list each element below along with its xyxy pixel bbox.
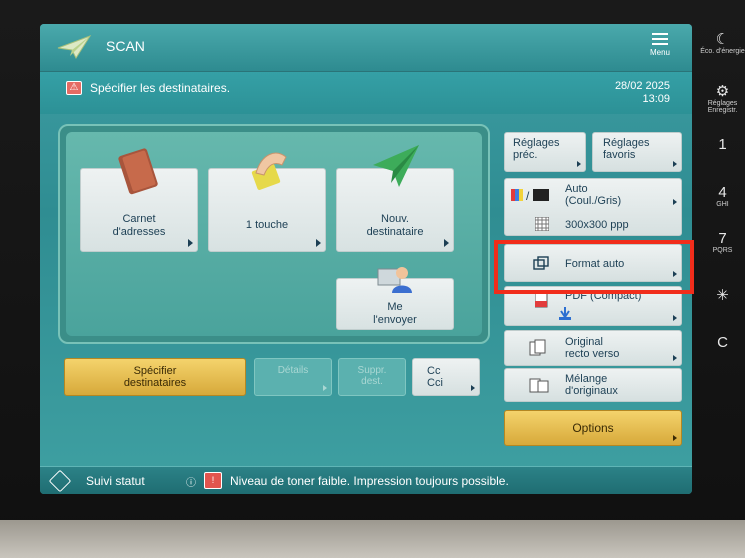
status-bar: Suivi statut ⓘ ! Niveau de toner faible.… [40,466,692,494]
message-bar: ⚠ Spécifier les destinataires. 28/02 202… [40,72,692,114]
toner-warning-icon: ! [204,472,222,489]
favorite-settings-button[interactable]: Réglages favoris [592,132,682,172]
mixed-originals-icon [529,378,549,393]
previous-settings-button[interactable]: Réglages préc. [504,132,586,172]
one-touch-button[interactable]: 1 touche [208,152,326,252]
address-book-button[interactable]: Carnet d'adresses [80,148,198,252]
svg-text:/: / [526,189,530,202]
color-mode-button[interactable]: / Auto (Coul./Gris) 300x300 ppp [504,178,682,236]
clear-key[interactable]: C [700,334,745,351]
duplex-icon [529,339,546,356]
key-1[interactable]: 1 [700,136,745,153]
star-key[interactable]: ✳ [700,286,745,304]
toner-message: Niveau de toner faible. Impression toujo… [230,474,509,488]
cc-bcc-button[interactable]: Cc Cci [412,358,480,396]
resolution-icon [535,217,549,231]
menu-icon [652,33,668,45]
mixed-originals-button[interactable]: Mélange d'originaux [504,368,682,402]
device-case [0,520,745,558]
key-7[interactable]: 7 PQRS [700,230,745,254]
warning-icon: ⚠ [66,81,82,95]
time-display: 13:09 [642,93,670,105]
scan-plane-icon [57,35,92,60]
header-bar: SCAN Menu [40,24,692,72]
menu-button[interactable]: Menu [638,30,682,68]
highlight-box [494,240,694,294]
send-to-myself-button[interactable]: Me l'envoyer [336,267,454,330]
destination-panel: Carnet d'adresses 1 touche Nouv. destina… [58,124,490,344]
options-button[interactable]: Options [504,410,682,446]
date-display: 28/02 2025 [614,80,670,92]
color-mode-icon: / [511,189,549,202]
delete-destination-button[interactable]: Suppr. dest. [338,358,406,396]
person-mail-icon [377,267,412,293]
status-monitor-button[interactable]: Suivi statut [86,474,145,488]
moon-icon: ☾ [715,31,730,48]
hand-touch-icon [251,152,287,190]
paper-plane-icon [373,145,419,187]
duplex-original-button[interactable]: Original recto verso [504,330,682,366]
energy-saver-key[interactable]: ☾ Éco. d'énergie [700,30,745,55]
side-keypad: ☾ Éco. d'énergie ⚙ Réglages Enregistr. 1… [700,24,745,504]
new-destination-button[interactable]: Nouv. destinataire [336,145,454,252]
instruction-text: Spécifier les destinataires. [90,81,231,95]
settings-registration-key[interactable]: ⚙ Réglages Enregistr. [700,82,745,114]
status-monitor-icon[interactable] [48,469,72,493]
info-icon: ⓘ [186,478,196,489]
details-button[interactable]: Détails [254,358,332,396]
specify-destinations-button[interactable]: Spécifier destinataires [64,358,246,396]
key-4[interactable]: 4 GHI [700,184,745,208]
header-title: SCAN [106,38,145,54]
address-book-icon [118,148,158,195]
gear-icon: ⚙ [715,83,730,100]
